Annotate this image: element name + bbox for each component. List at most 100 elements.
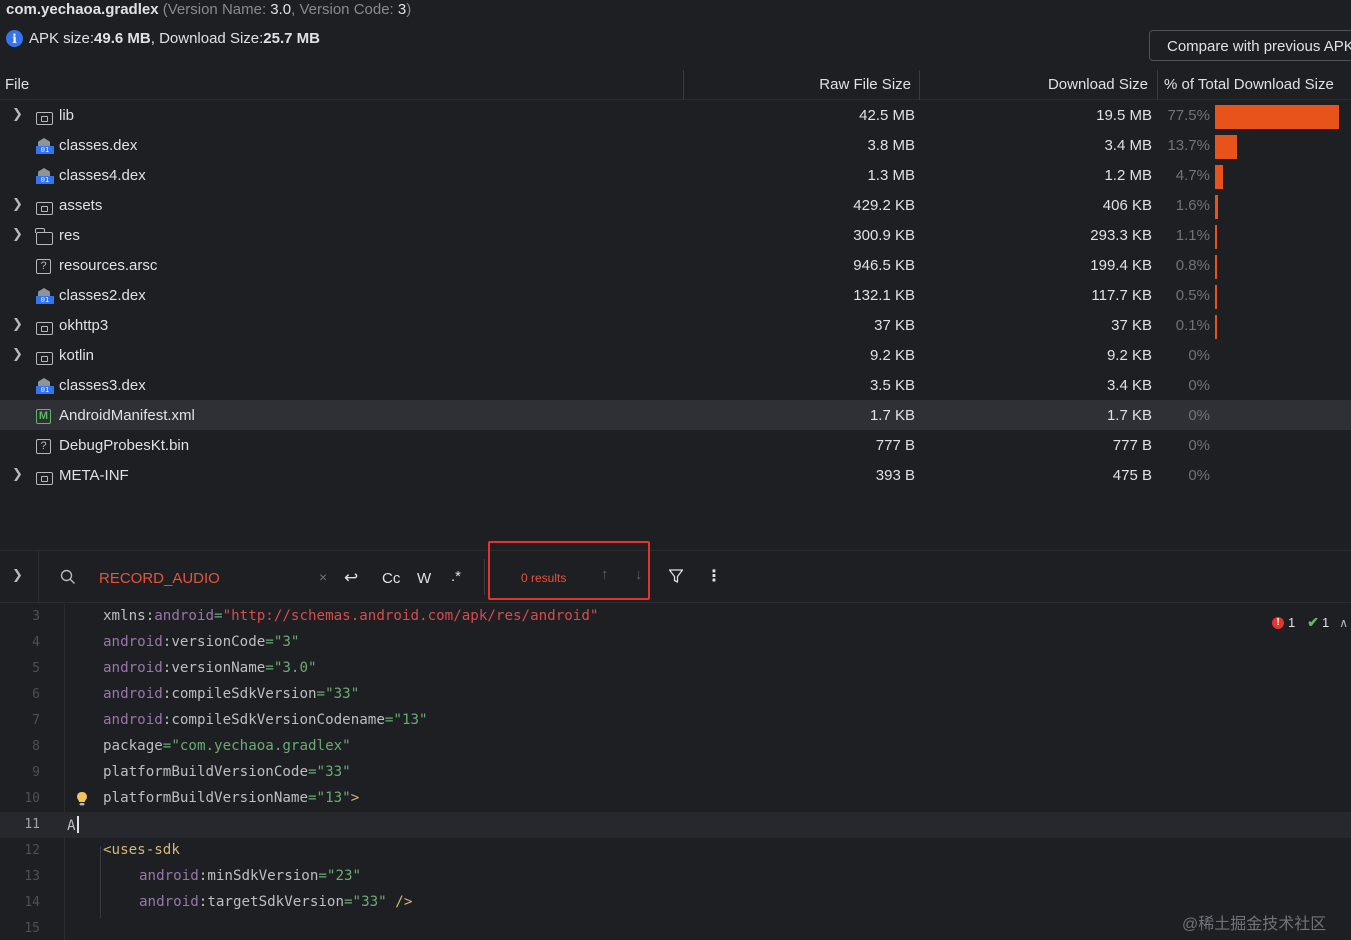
share-bar [1215,315,1217,339]
table-row[interactable]: ❯ assets 429.2 KB 406 KB 1.6% [0,190,1351,220]
chevron-right-icon[interactable]: ❯ [12,196,24,212]
raw-size: 3.8 MB [867,137,915,154]
expand-replace-icon[interactable]: ❯ [12,567,23,583]
line-number[interactable]: 3 [0,609,40,624]
code-token: android [139,868,199,884]
code-token: ="23" [318,868,362,884]
code-token: android [103,660,163,676]
previous-occurrence-icon[interactable]: ↑ [601,566,609,583]
unknown-file-icon: ? [36,259,51,274]
code-line[interactable]: 8 package="com.yechaoa.gradlex" [0,734,1351,760]
code-text: <uses-sdk [103,842,180,858]
code-line[interactable]: 3 xmlns:android="http://schemas.android.c… [0,604,1351,630]
code-line[interactable]: 7 android:compileSdkVersionCodename="13" [0,708,1351,734]
raw-size: 132.1 KB [853,287,915,304]
package-info: com.yechaoa.gradlex (Version Name: 3.0, … [6,1,411,18]
line-number[interactable]: 10 [0,791,40,806]
line-number[interactable]: 15 [0,921,40,936]
table-row[interactable]: ❯ lib 42.5 MB 19.5 MB 77.5% [0,100,1351,130]
code-token: <uses-sdk [103,842,180,858]
column-raw-size[interactable]: Raw File Size [819,76,911,93]
new-line-icon[interactable]: ↩ [344,568,358,588]
code-line[interactable]: 12 <uses-sdk [0,838,1351,864]
share-bar [1215,105,1339,129]
table-row[interactable]: ❯ META-INF 393 B 475 B 0% [0,460,1351,490]
table-row[interactable]: classes2.dex 132.1 KB 117.7 KB 0.5% [0,280,1351,310]
chevron-right-icon[interactable]: ❯ [12,106,24,122]
code-text: A [67,816,79,834]
code-line[interactable]: 6 android:compileSdkVersion="33" [0,682,1351,708]
more-options-icon[interactable]: ⋮ [706,566,722,586]
line-number[interactable]: 6 [0,687,40,702]
whole-words-toggle[interactable]: W [417,570,431,587]
compare-button[interactable]: Compare with previous APK... [1149,30,1351,61]
dex-icon [36,138,54,154]
code-text: android:compileSdkVersionCodename="13" [103,712,428,728]
code-text: xmlns:android="http://schemas.android.co… [103,608,598,624]
match-case-toggle[interactable]: Cc [382,570,400,587]
watermark: @稀土掘金技术社区 [1182,916,1327,933]
chevron-right-icon[interactable]: ❯ [12,346,24,362]
line-number[interactable]: 4 [0,635,40,650]
line-number[interactable]: 9 [0,765,40,780]
percent: 0% [1188,467,1210,484]
column-divider[interactable] [919,70,920,100]
line-number[interactable]: 13 [0,869,40,884]
code-token: ="3" [265,634,300,650]
chevron-right-icon[interactable]: ❯ [12,316,24,332]
table-row[interactable]: M AndroidManifest.xml 1.7 KB 1.7 KB 0% [0,400,1351,430]
chevron-up-icon[interactable]: ∧ [1339,616,1348,630]
column-file[interactable]: File [5,76,29,93]
code-line[interactable]: 14 android:targetSdkVersion="33" /> [0,890,1351,916]
search-input[interactable]: RECORD_AUDIO [99,570,220,587]
file-name: AndroidManifest.xml [59,407,195,424]
line-number[interactable]: 7 [0,713,40,728]
chevron-right-icon[interactable]: ❯ [12,466,24,482]
column-download-size[interactable]: Download Size [1048,76,1148,93]
indent-guide [100,846,101,918]
version-mid: , Version Code: [291,1,398,18]
code-line[interactable]: 15 [0,916,1351,940]
code-line[interactable]: 13 android:minSdkVersion="23" [0,864,1351,890]
table-row[interactable]: classes3.dex 3.5 KB 3.4 KB 0% [0,370,1351,400]
apk-header: com.yechaoa.gradlex (Version Name: 3.0, … [0,0,1351,68]
download-size: 3.4 KB [1106,377,1152,394]
column-divider[interactable] [683,70,684,100]
column-divider[interactable] [1157,70,1158,100]
table-row[interactable]: classes4.dex 1.3 MB 1.2 MB 4.7% [0,160,1351,190]
line-number[interactable]: 5 [0,661,40,676]
column-percent[interactable]: % of Total Download Size [1164,76,1334,93]
next-occurrence-icon[interactable]: ↓ [635,566,643,583]
regex-toggle[interactable]: .* [451,568,461,585]
separator [484,559,485,595]
table-row[interactable]: ❯ okhttp3 37 KB 37 KB 0.1% [0,310,1351,340]
search-icon[interactable] [60,569,76,585]
percent: 0% [1188,437,1210,454]
file-name: kotlin [59,347,95,364]
apk-size-label: APK size: [29,30,95,47]
raw-size: 3.5 KB [869,377,915,394]
code-token: /> [386,894,413,910]
table-row[interactable]: classes.dex 3.8 MB 3.4 MB 13.7% [0,130,1351,160]
code-line[interactable]: 5 android:versionName="3.0" [0,656,1351,682]
code-line[interactable]: 11 A [0,812,1351,838]
table-row[interactable]: ? DebugProbesKt.bin 777 B 777 B 0% [0,430,1351,460]
code-line[interactable]: 9 platformBuildVersionCode="33" [0,760,1351,786]
lightbulb-icon[interactable] [76,791,88,807]
code-line[interactable]: 10 platformBuildVersionName="13"> [0,786,1351,812]
filter-icon[interactable] [668,568,684,584]
line-number[interactable]: 12 [0,843,40,858]
table-row[interactable]: ? resources.arsc 946.5 KB 199.4 KB 0.8% [0,250,1351,280]
code-token: :minSdkVersion [198,868,319,884]
line-number[interactable]: 8 [0,739,40,754]
chevron-right-icon[interactable]: ❯ [12,226,24,242]
table-row[interactable]: ❯ kotlin 9.2 KB 9.2 KB 0% [0,340,1351,370]
code-text: android:minSdkVersion="23" [139,868,361,884]
inspection-widget[interactable]: ! 1 ✔ 1 ∧ [1272,614,1348,631]
line-number[interactable]: 11 [0,817,40,832]
table-row[interactable]: ❯ res 300.9 KB 293.3 KB 1.1% [0,220,1351,250]
code-editor[interactable]: 3 xmlns:android="http://schemas.android.c… [0,604,1351,940]
code-line[interactable]: 4 android:versionCode="3" [0,630,1351,656]
line-number[interactable]: 14 [0,895,40,910]
clear-search-icon[interactable]: × [319,569,327,585]
